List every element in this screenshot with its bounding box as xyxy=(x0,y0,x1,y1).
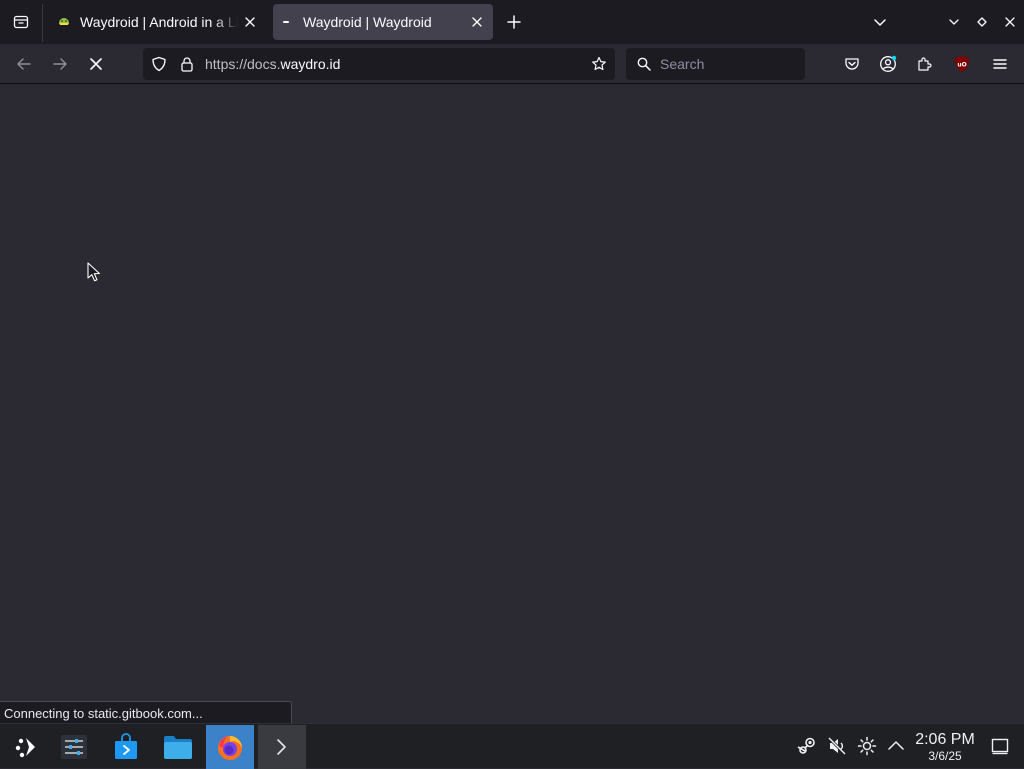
tray-expand-icon[interactable] xyxy=(886,736,906,756)
svg-text:uO: uO xyxy=(957,62,966,69)
brightness-icon[interactable] xyxy=(857,736,877,756)
show-desktop-icon[interactable] xyxy=(990,736,1010,756)
close-tab-icon[interactable] xyxy=(465,10,489,34)
minimize-icon xyxy=(949,19,959,25)
stop-loading-button[interactable] xyxy=(82,50,110,78)
pocket-icon xyxy=(845,58,859,70)
puzzle-icon xyxy=(918,57,932,71)
extensions-button[interactable] xyxy=(910,50,938,78)
terminal-icon xyxy=(277,739,286,755)
settings-sliders-icon xyxy=(61,735,87,759)
file-manager-button[interactable] xyxy=(154,725,202,769)
tab-waydroid-home[interactable]: Waydroid | Android in a Linux container xyxy=(50,4,266,40)
application-launcher-button[interactable] xyxy=(2,725,50,769)
close-window-button[interactable] xyxy=(996,8,1024,36)
star-icon xyxy=(592,56,606,71)
plus-icon xyxy=(507,15,521,29)
arrow-right-icon xyxy=(53,58,67,70)
new-tab-button[interactable] xyxy=(500,8,528,36)
system-settings-button[interactable] xyxy=(50,725,98,769)
pocket-button[interactable] xyxy=(838,50,866,78)
url-host: waydro.id xyxy=(280,56,341,72)
stop-icon xyxy=(90,58,102,70)
digital-clock[interactable]: 2:06 PM 3/6/25 xyxy=(912,731,978,763)
status-text: Connecting to static.gitbook.com... xyxy=(4,705,203,721)
search-input[interactable] xyxy=(658,55,788,73)
firefox-view-icon xyxy=(13,15,29,29)
tab-strip: Waydroid | Android in a Linux container … xyxy=(0,0,1024,44)
discover-store-button[interactable] xyxy=(102,725,150,769)
account-button[interactable] xyxy=(874,50,902,78)
tab-title: Waydroid | Waydroid xyxy=(303,14,432,30)
minimize-window-button[interactable] xyxy=(940,8,968,36)
search-icon xyxy=(636,56,652,72)
clock-time: 2:06 PM xyxy=(915,731,975,748)
mouse-cursor-icon xyxy=(87,262,100,282)
tracking-protection-shield-icon[interactable] xyxy=(151,56,167,72)
taskbar: 2:06 PM 3/6/25 xyxy=(0,723,1024,769)
tab-title: Waydroid | Android in a Linux container xyxy=(80,14,238,30)
firefox-icon xyxy=(218,736,242,760)
navigation-toolbar: https://docs.waydro.id Search uO xyxy=(0,44,1024,84)
hamburger-menu-icon xyxy=(993,59,1007,69)
loading-favicon-icon xyxy=(279,14,295,30)
url-text[interactable]: https://docs.waydro.id xyxy=(205,56,585,72)
maximize-window-button[interactable] xyxy=(968,8,996,36)
lock-icon[interactable] xyxy=(179,56,195,72)
bookmark-star-button[interactable] xyxy=(585,50,613,78)
search-bar[interactable] xyxy=(626,48,805,80)
volume-muted-icon[interactable] xyxy=(827,736,847,756)
account-icon xyxy=(880,55,897,72)
status-panel: Connecting to static.gitbook.com... xyxy=(0,701,292,724)
chevron-down-icon xyxy=(874,19,886,26)
firefox-view-button[interactable] xyxy=(0,0,42,44)
shopping-bag-icon xyxy=(115,733,137,759)
steam-icon[interactable] xyxy=(797,736,817,756)
folder-icon xyxy=(164,736,192,759)
steamos-launcher-icon xyxy=(15,738,35,758)
tab-separator xyxy=(42,4,43,42)
back-button[interactable] xyxy=(10,50,38,78)
clock-date: 3/6/25 xyxy=(928,749,962,763)
maximize-icon xyxy=(977,17,987,27)
app-menu-button[interactable] xyxy=(986,50,1014,78)
list-all-tabs-button[interactable] xyxy=(866,8,894,36)
address-bar[interactable]: https://docs.waydro.id xyxy=(143,48,615,80)
tab-waydroid-docs[interactable]: Waydroid | Waydroid xyxy=(273,4,493,40)
close-icon xyxy=(1005,17,1015,27)
close-tab-icon[interactable] xyxy=(238,10,262,34)
firefox-taskbar-button[interactable] xyxy=(206,725,254,769)
url-prefix: https://docs. xyxy=(205,56,281,72)
waydroid-favicon-icon xyxy=(56,14,72,30)
konsole-button[interactable] xyxy=(258,725,306,769)
forward-button[interactable] xyxy=(46,50,74,78)
arrow-left-icon xyxy=(17,58,31,70)
ublock-origin-button[interactable]: uO xyxy=(948,50,976,78)
ublock-origin-icon: uO xyxy=(955,56,969,72)
page-content xyxy=(0,85,1024,723)
